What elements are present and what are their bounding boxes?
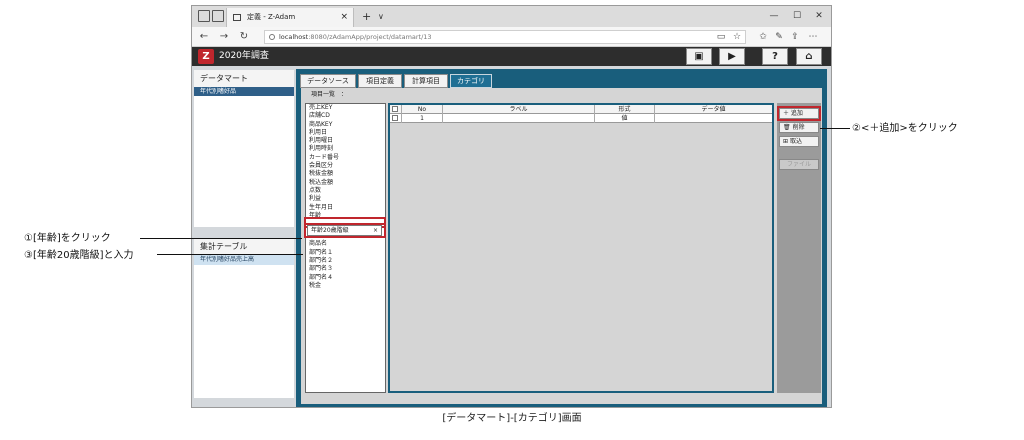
tab-list-icon[interactable]: ∨ <box>378 6 384 27</box>
checkbox[interactable] <box>392 115 398 121</box>
tab-calculated-item[interactable]: 計算項目 <box>404 74 448 88</box>
list-item[interactable]: 税込金額 <box>306 179 385 187</box>
favorite-star-icon[interactable]: ☆ <box>730 27 744 47</box>
delete-label: 削除 <box>792 124 805 131</box>
minimize-icon[interactable]: — <box>763 6 785 27</box>
url-path: :8080/zAdamApp/project/datamart/13 <box>308 33 432 41</box>
url-host: localhost <box>279 33 309 41</box>
list-item[interactable]: 利用時刻 <box>306 145 385 153</box>
back-icon[interactable]: ← <box>197 27 211 47</box>
delete-button[interactable]: 🗑 削除 <box>779 122 819 133</box>
tab-actions-icon[interactable] <box>198 10 210 22</box>
app-logo-icon: Z <box>198 49 214 64</box>
browser-tab[interactable]: 定義 - Z-Adam × <box>226 8 354 27</box>
share-icon[interactable]: ⇪ <box>788 27 802 47</box>
figure-caption: [データマート]-[カテゴリ]画面 <box>442 413 582 424</box>
grid-icon: ⊞ <box>783 138 789 145</box>
import-label: 取込 <box>789 138 802 145</box>
annotation-step1: ①[年齢]をクリック <box>24 233 111 244</box>
cell-data-value[interactable] <box>655 114 772 123</box>
cell-format[interactable]: 値 <box>595 114 655 123</box>
app-title: 2020年調査 <box>219 51 269 61</box>
refresh-icon[interactable]: ↻ <box>237 27 251 47</box>
list-item[interactable]: 店舗CD <box>306 112 385 120</box>
address-bar: ← → ↻ localhost:8080/zAdamApp/project/da… <box>192 27 831 47</box>
summary-table-item[interactable]: 年代別嗜好品売上高 <box>194 255 294 265</box>
header-select-all[interactable] <box>390 105 402 114</box>
app-header: Z 2020年調査 ▣ ▶ ? ⌂ <box>192 47 831 66</box>
more-icon[interactable]: ⋯ <box>806 27 820 47</box>
forward-icon[interactable]: → <box>217 27 231 47</box>
browser-window: 定義 - Z-Adam × + ∨ — ☐ ✕ ← → ↻ localhost:… <box>191 5 832 408</box>
datamart-header: データマート <box>194 70 294 87</box>
column-header-data-value: データ値 <box>701 106 726 113</box>
column-header-format: 形式 <box>595 105 655 114</box>
list-item[interactable]: 部門名３ <box>306 265 385 273</box>
file-button[interactable]: ファイル <box>779 159 819 170</box>
tab-datasource[interactable]: データソース <box>300 74 356 88</box>
category-content: 項目一覧 ： 売上KEY 店舗CD 商品KEY 利用日 利用曜日 利用時刻 カー… <box>301 88 822 404</box>
maximize-icon[interactable]: ☐ <box>786 6 808 27</box>
list-item[interactable]: 利益 <box>306 195 385 203</box>
list-item[interactable]: 生年月日 <box>306 204 385 212</box>
set-aside-tabs-icon[interactable] <box>212 10 224 22</box>
action-buttons-panel: ＋ 追加 🗑 削除 ⊞ 取込 ファイル <box>777 103 821 393</box>
new-tab-icon[interactable]: + <box>362 6 371 27</box>
cell-no: 1 <box>402 114 443 123</box>
favorites-icon[interactable]: ✩ <box>756 27 770 47</box>
datamart-list <box>194 96 294 227</box>
list-item[interactable]: 部門名４ <box>306 274 385 282</box>
item-list-header: 項目一覧 ： <box>311 91 348 98</box>
annotation-line-step1 <box>140 238 302 239</box>
save-icon[interactable]: ▣ <box>686 48 712 65</box>
url-field[interactable]: localhost:8080/zAdamApp/project/datamart… <box>264 30 746 44</box>
home-icon[interactable]: ⌂ <box>796 48 822 65</box>
column-header-no: No <box>402 105 443 114</box>
close-tab-icon[interactable]: × <box>340 8 348 27</box>
page-icon <box>233 14 241 21</box>
tab-title: 定義 - Z-Adam <box>247 13 296 21</box>
list-item[interactable]: 部門名１ <box>306 249 385 257</box>
reading-view-icon[interactable]: ▭ <box>714 27 728 47</box>
cell-label[interactable] <box>443 114 595 123</box>
datamart-item[interactable]: 年代別嗜好品 <box>194 87 294 96</box>
grid-header: No ラベル 形式 データ値 <box>390 105 772 114</box>
row-select[interactable] <box>390 114 402 123</box>
tab-item-definition[interactable]: 項目定義 <box>358 74 402 88</box>
list-item[interactable]: 税抜金額 <box>306 170 385 178</box>
app-body: データマート 年代別嗜好品 集計テーブル 年代別嗜好品売上高 データソース 項目… <box>192 66 831 407</box>
category-grid-frame: No ラベル 形式 データ値 1 値 <box>388 103 774 393</box>
pen-icon[interactable]: ✎ <box>772 27 786 47</box>
info-icon <box>269 34 275 40</box>
help-icon[interactable]: ? <box>762 48 788 65</box>
browser-tab-bar: 定義 - Z-Adam × + ∨ — ☐ ✕ <box>192 6 831 27</box>
run-icon[interactable]: ▶ <box>719 48 745 65</box>
close-window-icon[interactable]: ✕ <box>808 6 830 27</box>
annotation-line-step3 <box>157 254 303 255</box>
list-item[interactable]: 商品KEY <box>306 121 385 129</box>
main-panel: データソース 項目定義 計算項目 カテゴリ 項目一覧 ： 売上KEY 店舗CD … <box>296 69 827 407</box>
import-button[interactable]: ⊞ 取込 <box>779 136 819 147</box>
list-item[interactable]: 税金 <box>306 282 385 290</box>
input-highlight <box>304 223 386 238</box>
add-highlight <box>777 106 821 121</box>
tab-category[interactable]: カテゴリ <box>450 74 492 88</box>
summary-table-list <box>194 265 294 398</box>
category-grid: No ラベル 形式 データ値 1 値 <box>390 105 772 391</box>
annotation-line-step2 <box>820 128 850 129</box>
checkbox[interactable] <box>392 106 398 112</box>
list-item[interactable]: カード番号 <box>306 154 385 162</box>
table-row[interactable]: 1 値 <box>390 114 772 123</box>
column-header-label: ラベル <box>443 105 595 114</box>
list-item[interactable]: 商品名 <box>306 240 385 248</box>
field-list: 売上KEY 店舗CD 商品KEY 利用日 利用曜日 利用時刻 カード番号 会員区… <box>305 103 386 393</box>
trash-icon: 🗑 <box>783 124 791 131</box>
summary-table-header: 集計テーブル <box>194 238 294 255</box>
annotation-step3: ③[年齢20歳階級]と入力 <box>24 250 134 261</box>
list-item[interactable]: 利用日 <box>306 129 385 137</box>
annotation-step2: ②<＋追加>をクリック <box>852 123 958 134</box>
